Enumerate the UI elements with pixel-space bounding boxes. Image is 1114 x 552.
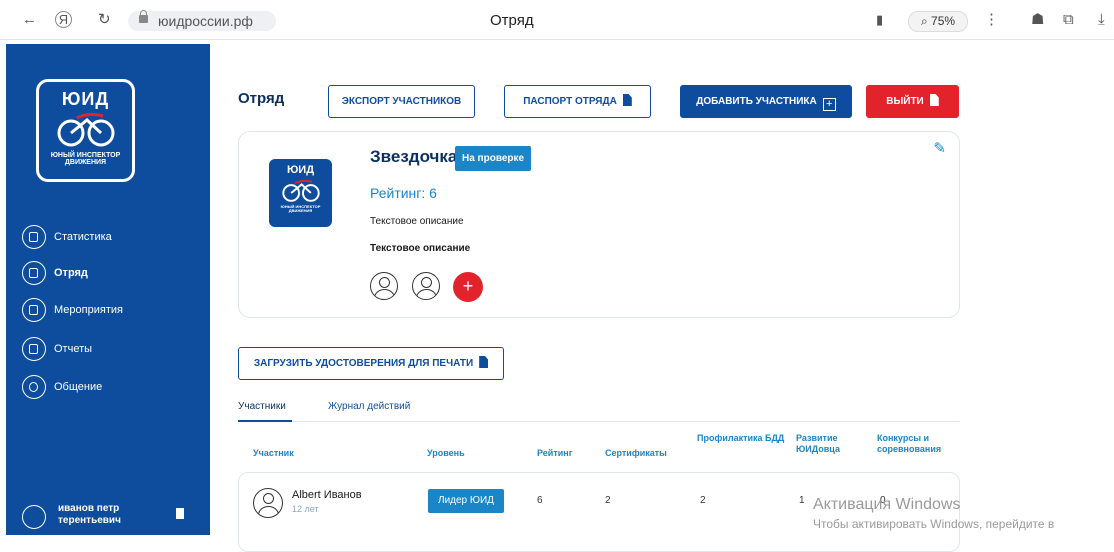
user-profile[interactable]: иванов петр терентьевич	[22, 503, 212, 529]
sidebar-item-label: Общение	[54, 381, 103, 393]
add-member-avatar-button[interactable]: +	[453, 272, 483, 302]
statistics-icon	[22, 225, 46, 249]
squad-description: Текстовое описание	[370, 216, 464, 227]
yuid-logo[interactable]: ЮИД ЮНЫЙ ИНСПЕКТОР ДВИЖЕНИЯ	[36, 79, 135, 182]
column-header-prevention[interactable]: Профилактика БДД	[697, 433, 787, 444]
zoom-value: 75%	[931, 14, 956, 28]
tab-label: Журнал действий	[328, 401, 411, 412]
sidebar-item-chat[interactable]: Общение	[22, 374, 202, 400]
column-header-level[interactable]: Уровень	[427, 448, 465, 459]
squad-rating: Рейтинг: 6	[370, 185, 437, 201]
logo-subtitle: ЮНЫЙ ИНСПЕКТОР ДВИЖЕНИЯ	[50, 152, 121, 166]
extensions-icon[interactable]: ⧉	[1063, 11, 1074, 29]
table-row[interactable]: Albert Иванов 12 лет Лидер ЮИД 6 2 2 1 0	[238, 472, 960, 552]
squad-name: Звездочка	[370, 147, 458, 166]
profile-icon[interactable]: ☗	[1031, 11, 1044, 29]
squad-description-bold: Текстовое описание	[370, 243, 471, 254]
status-badge: На проверке	[455, 146, 532, 171]
member-avatar-icon	[253, 488, 283, 518]
user-avatar-icon	[22, 505, 46, 529]
bicycle-icon	[282, 179, 320, 202]
column-header-certificates[interactable]: Сертификаты	[605, 448, 667, 459]
logo-text: ЮИД	[61, 89, 110, 109]
upload-certificates-label: ЗАГРУЗИТЬ УДОСТОВЕРЕНИЯ ДЛЯ ПЕЧАТИ	[253, 358, 474, 369]
sidebar-item-label: Статистика	[54, 231, 112, 243]
yandex-icon[interactable]: Я	[55, 11, 72, 28]
add-member-label: ДОБАВИТЬ УЧАСТНИКА	[696, 96, 817, 107]
squad-passport-button[interactable]: ПАСПОРТ ОТРЯДА	[504, 85, 651, 118]
squad-logo-subtitle: ЮНЫЙ ИНСПЕКТОР ДВИЖЕНИЯ	[280, 204, 321, 213]
add-member-button[interactable]: ДОБАВИТЬ УЧАСТНИКА +	[680, 85, 852, 118]
sidebar-item-label: Отчеты	[54, 343, 93, 355]
lock-icon	[139, 10, 148, 23]
page-title: Отряд	[238, 90, 285, 107]
reload-icon[interactable]: ↻	[98, 11, 111, 29]
sidebar-item-statistics[interactable]: Статистика	[22, 224, 202, 250]
tab-members[interactable]: Участники	[238, 400, 292, 422]
tab-label: Участники	[238, 401, 286, 412]
bookmark-icon[interactable]: ▮	[876, 11, 883, 29]
export-members-button[interactable]: ЭКСПОРТ УЧАСТНИКОВ	[328, 85, 475, 118]
column-header-member[interactable]: Участник	[253, 448, 294, 459]
upload-certificates-button[interactable]: ЗАГРУЗИТЬ УДОСТОВЕРЕНИЯ ДЛЯ ПЕЧАТИ	[238, 347, 504, 380]
document-icon	[622, 94, 632, 106]
download-icon[interactable]: ⤓	[1098, 11, 1105, 29]
reports-icon	[22, 337, 46, 361]
member-contests: 0	[880, 495, 886, 506]
tab-bar: Участники Журнал действий	[238, 400, 960, 422]
column-header-contests[interactable]: Конкурсы и соревнования	[877, 433, 957, 455]
browser-page-title: Отряд	[490, 12, 534, 29]
logout-label: ВЫЙТИ	[886, 96, 924, 107]
member-certificates: 2	[605, 495, 611, 506]
sidebar: ЮИД ЮНЫЙ ИНСПЕКТОР ДВИЖЕНИЯ Статистика О…	[6, 44, 210, 535]
squad-logo: ЮИД ЮНЫЙ ИНСПЕКТОР ДВИЖЕНИЯ	[269, 159, 332, 227]
export-members-label: ЭКСПОРТ УЧАСТНИКОВ	[341, 96, 462, 107]
menu-dots-icon[interactable]: ⋮	[984, 11, 999, 29]
browser-toolbar: ← Я ↻ юидроссии.рф Отряд ▮ ⌕ 75% ⋮ ☗ ⧉ ⤓	[0, 0, 1114, 40]
member-prevention: 2	[700, 495, 706, 506]
member-avatar-icon[interactable]	[412, 272, 440, 300]
tab-activity-log[interactable]: Журнал действий	[328, 400, 410, 422]
sidebar-item-label: Отряд	[54, 267, 88, 279]
calendar-icon	[22, 298, 46, 322]
address-bar[interactable]: юидроссии.рф	[128, 10, 276, 31]
squad-card: ЮИД ЮНЫЙ ИНСПЕКТОР ДВИЖЕНИЯ Звездочка На…	[238, 131, 960, 318]
column-header-rating[interactable]: Рейтинг	[537, 448, 572, 459]
logout-button[interactable]: ВЫЙТИ	[866, 85, 959, 118]
user-name: иванов петр	[58, 503, 120, 514]
member-age: 12 лет	[292, 504, 319, 514]
member-level-badge: Лидер ЮИД	[428, 489, 504, 513]
address-domain: юидроссии.рф	[158, 13, 253, 29]
bicycle-icon	[57, 112, 115, 147]
sidebar-item-reports[interactable]: Отчеты	[22, 336, 202, 362]
chat-icon	[22, 375, 46, 399]
member-name: Albert Иванов	[292, 489, 362, 501]
sidebar-item-events[interactable]: Мероприятия	[22, 297, 202, 323]
exit-door-icon	[929, 94, 939, 106]
user-name-line2: терентьевич	[58, 515, 121, 526]
column-header-development[interactable]: Развитие ЮИДовца	[796, 433, 866, 455]
document-icon	[479, 356, 489, 368]
sidebar-item-squad[interactable]: Отряд	[22, 260, 202, 286]
squad-icon	[22, 261, 46, 285]
member-avatar-icon[interactable]	[370, 272, 398, 300]
member-development: 1	[799, 495, 805, 506]
squad-passport-label: ПАСПОРТ ОТРЯДА	[523, 96, 617, 107]
member-rating: 6	[537, 495, 543, 506]
squad-logo-text: ЮИД	[286, 164, 315, 176]
edit-icon[interactable]: ✎	[933, 139, 946, 157]
plus-box-icon: +	[822, 98, 836, 111]
zoom-indicator[interactable]: ⌕ 75%	[908, 11, 968, 32]
logout-icon[interactable]	[176, 508, 184, 519]
back-arrow-icon[interactable]: ←	[22, 11, 37, 29]
sidebar-item-label: Мероприятия	[54, 304, 123, 316]
